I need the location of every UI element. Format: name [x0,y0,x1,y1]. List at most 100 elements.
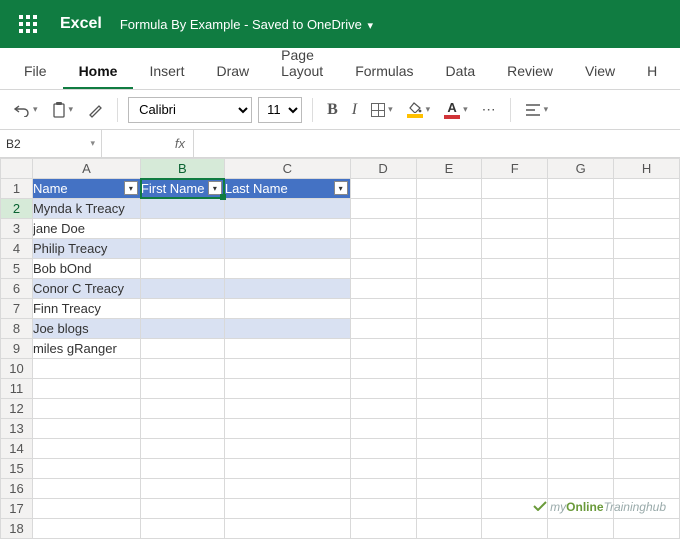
cell[interactable] [140,459,224,479]
cell[interactable] [224,319,350,339]
row-header[interactable]: 12 [1,399,33,419]
cell[interactable] [140,239,224,259]
cell[interactable] [614,339,680,359]
cell[interactable] [548,359,614,379]
row-header[interactable]: 1 [1,179,33,199]
cell[interactable] [224,339,350,359]
formula-bar-input[interactable] [194,130,680,157]
tab-draw[interactable]: Draw [200,53,265,89]
cell[interactable] [548,199,614,219]
row-header[interactable]: 4 [1,239,33,259]
cell[interactable] [32,479,140,499]
cell[interactable] [482,439,548,459]
cell[interactable] [548,339,614,359]
cell[interactable] [614,319,680,339]
cell[interactable] [416,379,482,399]
cell[interactable] [350,319,416,339]
spreadsheet-grid[interactable]: A B C D E F G H 1 Name▾ First Name▾ Last… [0,158,680,544]
cell[interactable] [350,339,416,359]
cell[interactable] [416,499,482,519]
row-header[interactable]: 9 [1,339,33,359]
cell[interactable] [140,279,224,299]
borders-button[interactable]: ▾ [367,100,397,120]
col-header-H[interactable]: H [614,159,680,179]
cell[interactable] [32,359,140,379]
cell[interactable] [482,459,548,479]
cell[interactable] [140,299,224,319]
tab-review[interactable]: Review [491,53,569,89]
row-header[interactable]: 13 [1,419,33,439]
cell[interactable] [350,359,416,379]
cell[interactable] [350,399,416,419]
cell[interactable] [614,279,680,299]
table-header-last[interactable]: Last Name▾ [224,179,350,199]
cell[interactable] [548,419,614,439]
cell[interactable] [614,419,680,439]
tab-formulas[interactable]: Formulas [339,53,429,89]
font-color-button[interactable]: A ▾ [440,98,472,122]
cell[interactable] [482,299,548,319]
cell[interactable] [224,379,350,399]
cell[interactable] [548,299,614,319]
cell[interactable] [224,499,350,519]
cell[interactable] [350,199,416,219]
filter-icon[interactable]: ▾ [334,181,348,195]
cell[interactable] [416,359,482,379]
select-all-corner[interactable] [1,159,33,179]
col-header-E[interactable]: E [416,159,482,179]
cell[interactable] [416,459,482,479]
cell[interactable] [548,219,614,239]
cell[interactable] [614,199,680,219]
cell[interactable] [482,319,548,339]
cell[interactable] [140,439,224,459]
col-header-C[interactable]: C [224,159,350,179]
cell[interactable] [350,179,416,199]
row-header[interactable]: 16 [1,479,33,499]
document-title[interactable]: Formula By Example - Saved to OneDrive ▾ [120,17,373,32]
cell[interactable]: Philip Treacy [32,239,140,259]
col-header-B[interactable]: B [140,159,224,179]
cell[interactable] [548,259,614,279]
cell[interactable] [350,419,416,439]
cell[interactable] [350,439,416,459]
fx-icon[interactable]: fx [175,136,185,151]
cell[interactable]: miles gRanger [32,339,140,359]
tab-insert[interactable]: Insert [133,53,200,89]
cell[interactable] [416,299,482,319]
cell[interactable] [548,179,614,199]
cell[interactable] [32,399,140,419]
app-launcher-icon[interactable] [10,6,46,42]
cell[interactable] [482,399,548,419]
cell[interactable] [482,279,548,299]
cell[interactable] [350,259,416,279]
row-header[interactable]: 5 [1,259,33,279]
col-header-D[interactable]: D [350,159,416,179]
cell[interactable] [350,459,416,479]
cell[interactable] [614,399,680,419]
cell[interactable] [140,219,224,239]
row-header[interactable]: 18 [1,519,33,539]
col-header-F[interactable]: F [482,159,548,179]
cell[interactable] [32,519,140,539]
cell[interactable] [548,399,614,419]
font-size-select[interactable]: 11 [258,97,302,123]
cell[interactable] [224,259,350,279]
cell[interactable]: Joe blogs [32,319,140,339]
cell[interactable] [614,359,680,379]
cell[interactable] [482,359,548,379]
format-painter-button[interactable] [83,99,107,121]
tab-home[interactable]: Home [63,53,134,89]
cell[interactable] [548,239,614,259]
fill-color-button[interactable]: ▾ [403,99,435,121]
cell[interactable] [350,239,416,259]
cell[interactable] [416,519,482,539]
cell[interactable] [482,239,548,259]
cell[interactable]: Finn Treacy [32,299,140,319]
cell[interactable] [416,239,482,259]
row-header[interactable]: 15 [1,459,33,479]
cell[interactable] [32,419,140,439]
cell[interactable] [416,419,482,439]
cell[interactable] [482,179,548,199]
cell[interactable] [224,479,350,499]
cell[interactable] [224,279,350,299]
